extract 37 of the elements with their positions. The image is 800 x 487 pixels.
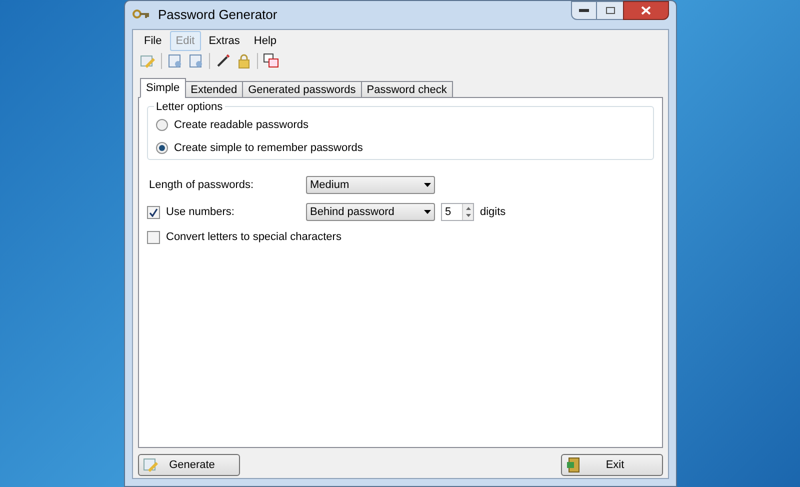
close-button[interactable] xyxy=(623,1,669,20)
exit-button[interactable]: Exit xyxy=(561,454,663,476)
menu-item[interactable]: Extras xyxy=(202,30,246,52)
caret-icon xyxy=(424,183,431,187)
close-icon xyxy=(641,6,651,15)
checkbox-label: Use numbers: xyxy=(166,204,234,220)
tab[interactable]: Password check xyxy=(360,81,453,98)
position-dropdown[interactable]: Behind password xyxy=(306,203,435,221)
window-title: Password Generator xyxy=(158,6,278,24)
radio-button[interactable] xyxy=(156,142,168,154)
wand-icon[interactable] xyxy=(215,53,231,69)
radio-button[interactable] xyxy=(156,119,168,132)
length-dropdown[interactable]: Medium xyxy=(306,176,435,194)
maximize-button[interactable] xyxy=(597,1,623,20)
menu-item[interactable]: File xyxy=(138,30,168,52)
caret-icon xyxy=(424,210,431,214)
group-title: Letter options xyxy=(154,99,225,116)
radio-label: Create readable passwords xyxy=(174,118,309,133)
tab[interactable]: Generated passwords xyxy=(242,81,362,98)
menu-item[interactable]: Help xyxy=(248,30,283,52)
exit-door-icon xyxy=(566,457,582,473)
digits-spinner[interactable]: 5 xyxy=(441,203,474,221)
checkbox[interactable] xyxy=(147,206,160,218)
checkbox-label: Convert letters to special characters xyxy=(166,230,342,245)
document-icon[interactable] xyxy=(188,53,204,69)
spin-arrows-icon xyxy=(466,206,470,218)
minimize-button[interactable] xyxy=(571,1,597,20)
field-label: Length of passwords: xyxy=(148,178,255,193)
unit-label: digits xyxy=(480,204,506,220)
tab[interactable]: Extended xyxy=(184,81,244,98)
tab[interactable]: Simple xyxy=(140,78,186,98)
checkbox[interactable] xyxy=(147,230,160,244)
document-icon[interactable] xyxy=(167,53,183,69)
radio-label: Create simple to remember passwords xyxy=(174,140,363,156)
pencil-icon xyxy=(143,457,159,473)
windows-icon[interactable] xyxy=(263,53,279,69)
generate-button[interactable]: Generate xyxy=(138,454,240,476)
